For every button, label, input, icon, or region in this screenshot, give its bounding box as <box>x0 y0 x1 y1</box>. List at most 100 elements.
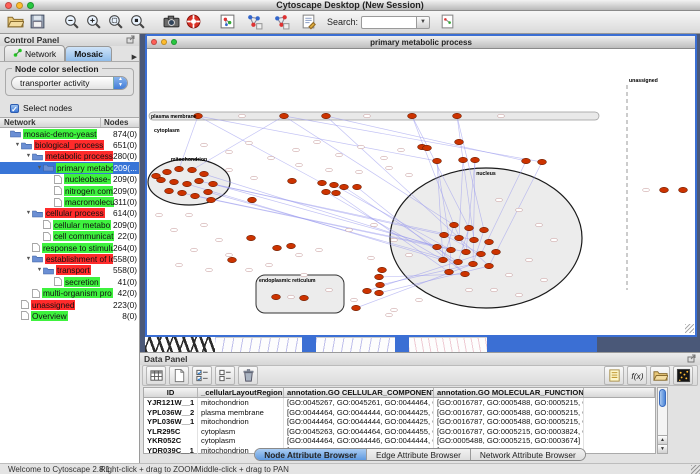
tree-row-primary-metabo[interactable]: ▼primary metabo209(... <box>0 162 139 173</box>
checklist-partial-icon[interactable] <box>215 366 235 385</box>
network-node[interactable] <box>406 253 413 257</box>
network-node[interactable] <box>246 141 253 145</box>
tree-header-network[interactable]: Network <box>0 118 101 127</box>
help-ring-icon[interactable] <box>182 12 204 33</box>
network-node[interactable] <box>378 267 387 272</box>
matrix-icon[interactable] <box>673 366 693 385</box>
network-node[interactable] <box>201 223 208 227</box>
expander-icon[interactable]: ▼ <box>25 256 32 262</box>
scrollbar-thumb[interactable] <box>659 389 666 407</box>
tab-mosaic[interactable]: Mosaic <box>65 46 112 61</box>
network-node[interactable] <box>195 178 204 183</box>
network-node[interactable] <box>191 248 198 252</box>
network-node[interactable] <box>447 247 456 252</box>
network-node[interactable] <box>272 294 281 299</box>
network-node[interactable] <box>506 273 513 277</box>
network-node[interactable] <box>465 225 474 230</box>
network-node[interactable] <box>301 273 308 277</box>
network-node[interactable] <box>454 259 463 264</box>
vizmapper-icon[interactable] <box>216 12 238 33</box>
trash-icon[interactable] <box>238 366 258 385</box>
network-node[interactable] <box>288 178 297 183</box>
tree-row-response-to-stimulu[interactable]: response to stimulu264(0) <box>0 242 139 253</box>
network-node[interactable] <box>322 189 331 194</box>
zoom-fit-icon[interactable] <box>126 12 148 33</box>
network-node[interactable] <box>330 182 339 187</box>
expander-icon[interactable]: ▼ <box>36 267 43 273</box>
network-node[interactable] <box>364 114 371 118</box>
close-view-button[interactable] <box>151 39 157 45</box>
network-node[interactable] <box>440 232 449 237</box>
tree-row-cellular-process[interactable]: ▼cellular process614(0) <box>0 208 139 219</box>
tree-row-nitrogen-compo[interactable]: nitrogen compo209(0) <box>0 185 139 196</box>
network-node[interactable] <box>251 176 258 180</box>
network-node[interactable] <box>288 295 295 299</box>
network-node[interactable] <box>466 288 473 292</box>
network-node[interactable] <box>356 170 363 174</box>
column-header[interactable]: _cellularLayoutRegion <box>198 388 284 397</box>
network-node[interactable] <box>314 140 321 144</box>
tree-row-cell-communicat[interactable]: cell communicat22(0) <box>0 231 139 242</box>
tree-row-metabolic-process[interactable]: ▼metabolic process280(0) <box>0 151 139 162</box>
table-row[interactable]: YLR295Ccytoplasm[GO:0045263, GO:0044464,… <box>144 427 655 437</box>
network-node[interactable] <box>170 179 179 184</box>
save-icon[interactable] <box>26 12 48 33</box>
layout-b-icon[interactable] <box>270 12 292 33</box>
notes-icon[interactable] <box>604 366 624 385</box>
network-node[interactable] <box>536 223 543 227</box>
scroll-up-button[interactable]: ▲ <box>658 435 667 444</box>
tab-scroll-right-button[interactable]: ▶ <box>132 53 137 61</box>
tab-node-attribute-browser[interactable]: Node Attribute Browser <box>255 449 367 460</box>
network-node[interactable] <box>358 145 365 149</box>
network-node[interactable] <box>541 278 548 282</box>
network-node[interactable] <box>516 208 523 212</box>
expander-icon[interactable]: ▼ <box>25 153 32 159</box>
network-node[interactable] <box>660 187 669 192</box>
network-node[interactable] <box>416 298 423 302</box>
network-node[interactable] <box>316 248 323 252</box>
column-header[interactable] <box>584 388 655 397</box>
network-file-icon[interactable] <box>436 12 458 33</box>
column-header[interactable]: annotation.GO MOLECULAR_FUNCTION <box>434 388 584 397</box>
zoom-in-icon[interactable] <box>82 12 104 33</box>
network-node[interactable] <box>498 114 505 118</box>
network-node[interactable] <box>296 163 303 167</box>
zoom-selected-icon[interactable] <box>104 12 126 33</box>
table-row[interactable]: YKR052Ccytoplasm[GO:0044464, GO:0044446,… <box>144 436 655 446</box>
network-node[interactable] <box>516 293 523 297</box>
network-node[interactable] <box>226 253 233 257</box>
network-node[interactable] <box>386 166 393 170</box>
network-node[interactable] <box>485 263 494 268</box>
network-node[interactable] <box>398 148 405 152</box>
window-resize-grip[interactable] <box>685 324 694 333</box>
expander-icon[interactable]: ▼ <box>36 165 43 171</box>
network-node[interactable] <box>207 197 216 202</box>
network-node[interactable] <box>375 290 384 295</box>
network-node[interactable] <box>226 150 233 154</box>
network-node[interactable] <box>363 288 372 293</box>
tree-row-biological-process[interactable]: ▼biological_process651(0) <box>0 139 139 150</box>
network-node[interactable] <box>423 145 432 150</box>
folder-open-icon[interactable] <box>650 366 670 385</box>
network-node[interactable] <box>156 213 163 217</box>
network-node[interactable] <box>391 308 398 312</box>
network-node[interactable] <box>163 169 172 174</box>
network-node[interactable] <box>471 157 480 162</box>
network-node[interactable] <box>268 156 275 160</box>
network-node[interactable] <box>459 157 468 162</box>
network-node[interactable] <box>340 184 349 189</box>
network-node[interactable] <box>246 268 253 272</box>
tree-row-cellular-metabo[interactable]: cellular metabo209(0) <box>0 219 139 230</box>
network-node[interactable] <box>469 261 478 266</box>
network-node[interactable] <box>280 113 289 118</box>
network-node[interactable] <box>391 238 398 242</box>
network-node[interactable] <box>228 257 237 262</box>
network-node[interactable] <box>165 188 174 193</box>
network-view-title-bar[interactable]: primary metabolic process <box>147 36 695 49</box>
network-node[interactable] <box>204 189 213 194</box>
network-node[interactable] <box>352 305 361 310</box>
network-node[interactable] <box>375 274 384 279</box>
search-dropdown-button[interactable]: ▼ <box>417 16 430 29</box>
app-resize-grip[interactable] <box>691 465 700 474</box>
expander-icon[interactable]: ▼ <box>14 142 21 148</box>
